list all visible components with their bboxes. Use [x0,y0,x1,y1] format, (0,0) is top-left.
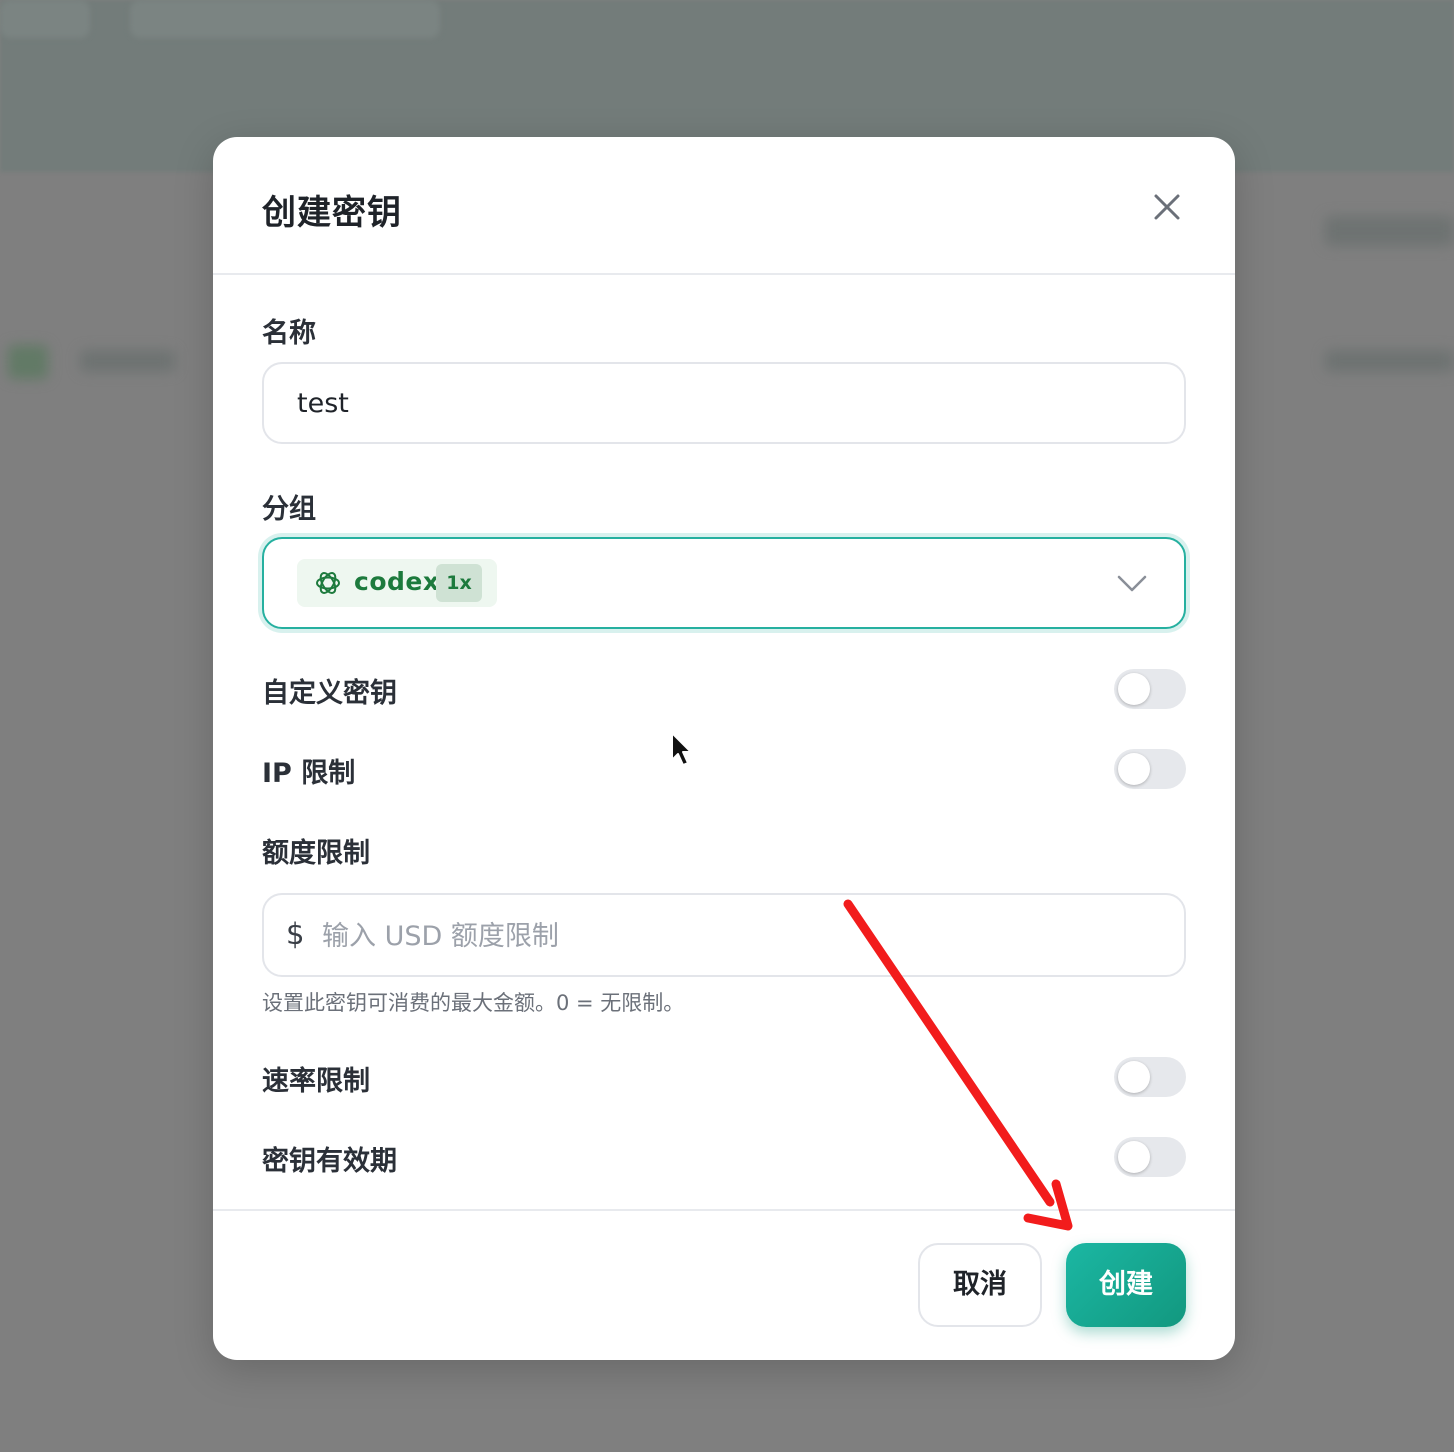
ip-limit-label: IP 限制 [262,758,356,789]
name-input[interactable] [264,364,1184,442]
close-button[interactable] [1147,187,1187,227]
footer-divider [213,1209,1235,1211]
quota-label: 额度限制 [262,838,370,869]
ip-limit-toggle[interactable] [1114,749,1186,789]
create-key-dialog: 创建密钥 名称 分组 codex 1x [213,137,1235,1360]
background-nav-pill [0,0,90,38]
group-chip: codex 1x [297,559,497,607]
dialog-header: 创建密钥 [213,137,1235,275]
quota-input[interactable] [320,895,1164,977]
toggle-knob [1118,1061,1150,1093]
custom-key-toggle[interactable] [1114,669,1186,709]
background-blob [80,350,175,372]
quota-hint: 设置此密钥可消费的最大金额。0 = 无限制。 [262,991,685,1015]
name-field [262,362,1186,444]
dollar-prefix: $ [286,917,305,951]
quota-field: $ [262,893,1186,977]
toggle-knob [1118,673,1150,705]
expiry-toggle[interactable] [1114,1137,1186,1177]
background-blob [1325,216,1454,246]
expiry-label: 密钥有效期 [262,1146,397,1177]
rate-limit-toggle[interactable] [1114,1057,1186,1097]
background-nav-pill [130,0,440,38]
background-blob [8,345,48,379]
name-label: 名称 [262,318,316,349]
close-icon [1154,194,1180,220]
openai-icon [316,572,340,594]
background-blob [1325,350,1454,372]
group-label: 分组 [262,494,316,525]
cancel-button[interactable]: 取消 [918,1243,1042,1327]
chevron-down-icon [1117,575,1147,592]
group-multiplier-badge: 1x [436,564,482,602]
custom-key-label: 自定义密钥 [262,678,397,709]
group-select[interactable]: codex 1x [262,537,1186,629]
create-button[interactable]: 创建 [1066,1243,1186,1327]
toggle-knob [1118,753,1150,785]
rate-limit-label: 速率限制 [262,1066,370,1097]
toggle-knob [1118,1141,1150,1173]
group-chip-label: codex [354,567,440,596]
dialog-title: 创建密钥 [262,193,402,233]
